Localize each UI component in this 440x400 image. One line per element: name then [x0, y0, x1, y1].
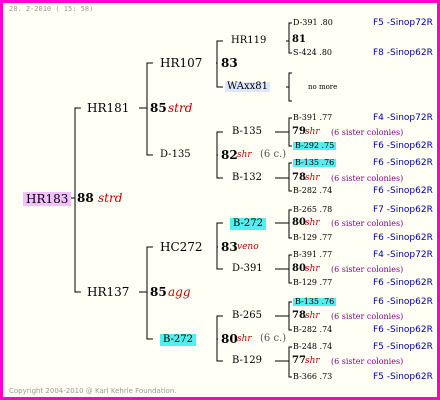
great-grandparent-note: shr — [305, 356, 320, 366]
great-grandparent-name: B-129 — [232, 355, 262, 366]
sister-colonies-note: (6 sister colonies) — [331, 128, 404, 137]
great-grandparent-score: 78 — [292, 172, 306, 183]
great-grandparent-name: D-391 — [232, 263, 263, 274]
sister-colonies-note: (6 sister colonies) — [331, 312, 404, 321]
leaf-id: B-135 .76 — [293, 297, 337, 306]
grandparent-note: shr — [237, 334, 252, 344]
great-grandparent-score: 81 — [292, 34, 306, 45]
timestamp: 28. 2-2010 ( 15: 58) — [9, 5, 94, 13]
grandparent-name: B-272 — [160, 334, 196, 346]
root-score: 88 — [77, 191, 94, 205]
leaf-id: S-424 .80 — [293, 48, 333, 57]
parent-score: 85 — [150, 101, 167, 115]
grandparent-name: HC272 — [160, 240, 203, 254]
leaf-code: F6 -Sinop62R — [373, 278, 433, 288]
great-grandparent-note: shr — [305, 311, 320, 321]
great-grandparent-note: shr — [305, 218, 320, 228]
parent-name: HR181 — [87, 101, 130, 115]
leaf-code: F5 -Sinop62R — [373, 372, 433, 382]
great-grandparent-score: 77 — [292, 355, 306, 366]
grandparent-score: 83 — [221, 56, 238, 70]
root-name: HR183 — [23, 192, 72, 206]
great-grandparent-score: 80 — [292, 217, 306, 228]
leaf-code: F6 -Sinop62R — [373, 233, 433, 243]
grandparent-name: D-135 — [160, 149, 191, 160]
leaf-code: F4 -Sinop72R — [373, 113, 433, 123]
leaf-id: B-135 .76 — [293, 158, 337, 167]
parent-name: HR137 — [87, 285, 130, 299]
leaf-id: D-391 .80 — [293, 18, 333, 27]
leaf-code: F7 -Sinop62R — [373, 205, 433, 215]
no-more-note: no more — [308, 83, 338, 91]
leaf-code: F6 -Sinop62R — [373, 325, 433, 335]
leaf-id: B-265 .78 — [293, 205, 333, 214]
great-grandparent-score: 78 — [292, 310, 306, 321]
great-grandparent-name: WAxx81 — [225, 81, 271, 92]
leaf-code: F6 -Sinop62R — [373, 186, 433, 196]
leaf-id: B-129 .77 — [293, 278, 333, 287]
leaf-code: F5 -Sinop72R — [373, 18, 433, 28]
grandparent-score: 83 — [221, 240, 238, 254]
root-note: strd — [98, 191, 123, 205]
sister-colonies-note: (6 sister colonies) — [331, 357, 404, 366]
sister-colonies-note: (6 c.) — [260, 333, 287, 344]
leaf-id: B-391 .77 — [293, 113, 333, 122]
great-grandparent-note: shr — [305, 127, 320, 137]
great-grandparent-name: B-132 — [232, 172, 262, 183]
grandparent-note: shr — [237, 150, 252, 160]
copyright-footer: Copyright 2004-2010 @ Karl Kehrle Founda… — [9, 387, 177, 395]
sister-colonies-note: (6 c.) — [260, 149, 287, 160]
leaf-id: B-282 .74 — [293, 186, 333, 195]
grandparent-note: veno — [237, 242, 259, 252]
sister-colonies-note: (6 sister colonies) — [331, 219, 404, 228]
leaf-id: B-292 .75 — [293, 141, 337, 150]
parent-score: 85 — [150, 285, 167, 299]
leaf-id: B-391 .77 — [293, 250, 333, 259]
pedigree-chart: 28. 2-2010 ( 15: 58) HR183 88 strd HR181… — [0, 0, 440, 400]
grandparent-score: 82 — [221, 148, 238, 162]
great-grandparent-score: 80 — [292, 263, 306, 274]
leaf-code: F6 -Sinop62R — [373, 158, 433, 168]
leaf-code: F4 -Sinop72R — [373, 250, 433, 260]
great-grandparent-name: B-272 — [230, 218, 266, 230]
leaf-id: B-282 .74 — [293, 325, 333, 334]
leaf-code: F6 -Sinop62R — [373, 297, 433, 307]
sister-colonies-note: (6 sister colonies) — [331, 265, 404, 274]
great-grandparent-score: 79 — [292, 126, 306, 137]
great-grandparent-name: B-135 — [232, 126, 262, 137]
grandparent-score: 80 — [221, 332, 238, 346]
leaf-id: B-129 .77 — [293, 233, 333, 242]
grandparent-name: HR107 — [160, 56, 203, 70]
great-grandparent-name: HR119 — [231, 35, 267, 46]
leaf-id: B-366 .73 — [293, 372, 333, 381]
leaf-code: F6 -Sinop62R — [373, 141, 433, 151]
sister-colonies-note: (6 sister colonies) — [331, 174, 404, 183]
parent-note: strd — [168, 101, 193, 115]
great-grandparent-note: shr — [305, 264, 320, 274]
great-grandparent-note: shr — [305, 173, 320, 183]
great-grandparent-name: B-265 — [232, 310, 262, 321]
leaf-code: F8 -Sinop62R — [373, 48, 433, 58]
leaf-code: F5 -Sinop62R — [373, 342, 433, 352]
parent-note: agg — [168, 285, 191, 299]
leaf-id: B-248 .74 — [293, 342, 333, 351]
